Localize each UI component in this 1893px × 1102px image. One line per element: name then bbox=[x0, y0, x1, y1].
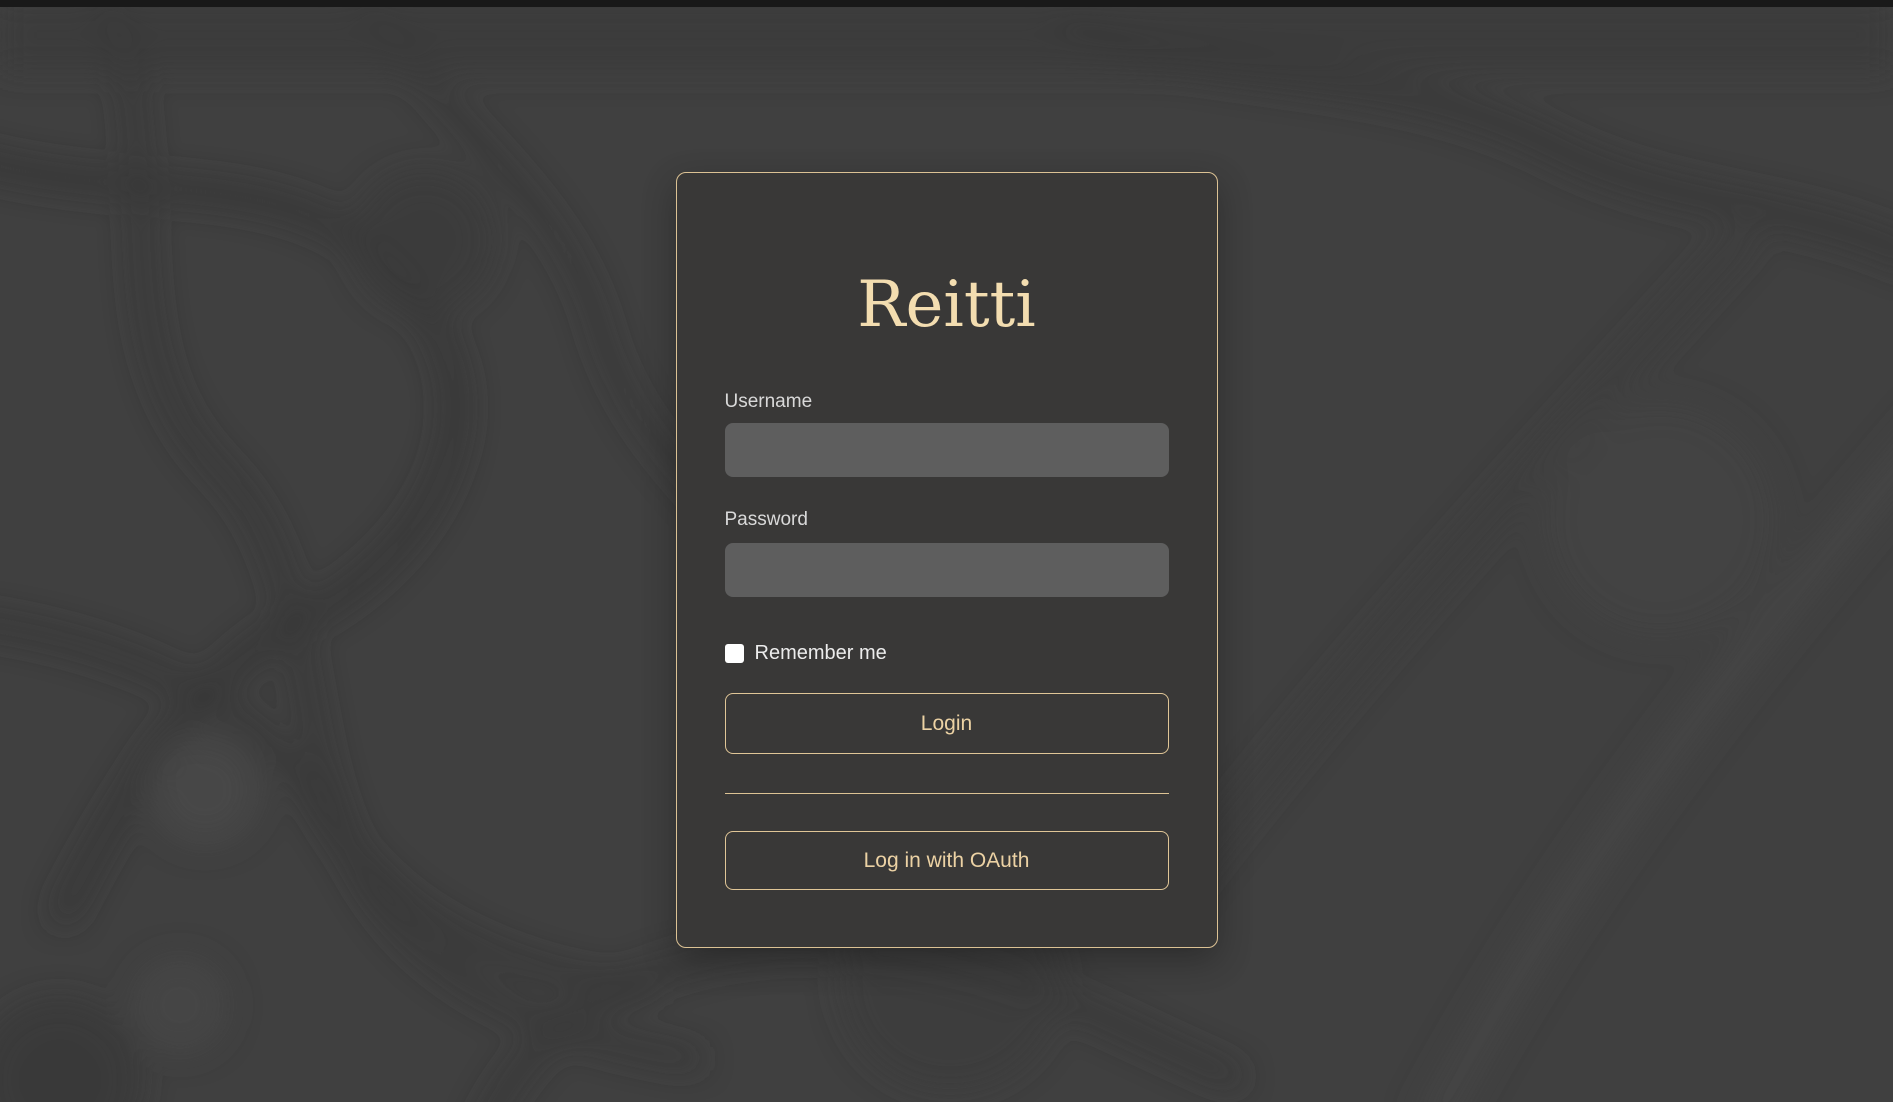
password-label: Password bbox=[725, 509, 1169, 531]
login-button[interactable]: Login bbox=[725, 693, 1169, 754]
login-card: Reitti Username Password Remember me Log… bbox=[676, 172, 1218, 948]
remember-me-checkbox[interactable] bbox=[725, 644, 744, 663]
remember-me-row: Remember me bbox=[725, 642, 1169, 665]
username-label: Username bbox=[725, 391, 1169, 413]
app-title: Reitti bbox=[725, 273, 1169, 337]
top-edge-bar bbox=[0, 0, 1893, 7]
oauth-login-button[interactable]: Log in with OAuth bbox=[725, 831, 1169, 890]
page: Reitti Username Password Remember me Log… bbox=[0, 0, 1893, 1102]
username-input[interactable] bbox=[725, 423, 1169, 477]
password-input[interactable] bbox=[725, 543, 1169, 597]
remember-me-label[interactable]: Remember me bbox=[755, 642, 887, 665]
divider bbox=[725, 793, 1169, 794]
